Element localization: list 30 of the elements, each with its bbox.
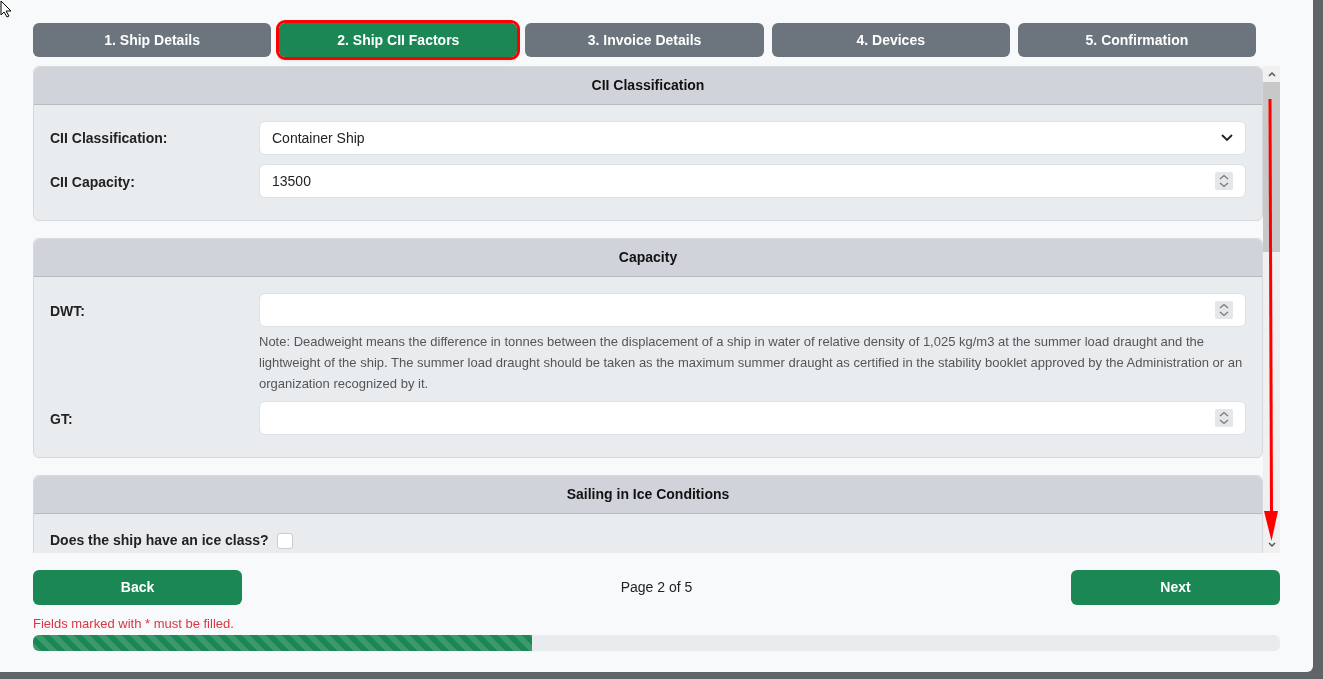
field-label: Does the ship have an ice class?	[50, 531, 269, 550]
field-label: CII Capacity:	[50, 173, 136, 192]
field-label: CII Classification:	[50, 128, 169, 148]
number-field[interactable]	[259, 401, 1246, 435]
spinner-icon[interactable]	[1215, 301, 1233, 319]
field-note: Note: Deadweight means the difference in tonnes between the displacement of a ship in water of relative density of 1,025 kg/m3 at the summer load draught and the lightweight of the ship. The summer load draught should be taken as the maximum summer draught as certified in the stability booklet approved by the Administration or an organization recognized by it.	[259, 333, 1244, 393]
step-tab[interactable]: 5. Confirmation	[1017, 23, 1256, 57]
field-label: DWT:	[50, 302, 86, 321]
select-field[interactable]: Container Ship	[259, 121, 1246, 155]
section-header: Sailing in Ice Conditions	[34, 476, 1262, 514]
select-value: Container Ship	[272, 128, 365, 148]
back-button[interactable]: Back	[33, 570, 242, 605]
step-tab[interactable]: 2. Ship CII Factors	[279, 23, 518, 57]
step-tab[interactable]: 4. Devices	[771, 23, 1010, 57]
page-indicator: Page 2 of 5	[620, 578, 693, 597]
field-value: 13500	[272, 171, 311, 191]
required-fields-message: Fields marked with * must be filled.	[33, 615, 235, 633]
section-header: CII Classification	[34, 67, 1262, 105]
chevron-down-icon	[1221, 134, 1233, 142]
spinner-icon[interactable]	[1215, 172, 1233, 190]
number-field[interactable]: 13500	[259, 164, 1246, 198]
next-button[interactable]: Next	[1071, 570, 1280, 605]
field-label: GT:	[50, 410, 74, 429]
checkbox[interactable]	[276, 532, 293, 549]
step-tab[interactable]: 1. Ship Details	[33, 23, 272, 57]
spinner-icon[interactable]	[1215, 409, 1233, 427]
section-header: Capacity	[34, 239, 1262, 277]
arrow-icon	[1264, 99, 1278, 541]
step-tab[interactable]: 3. Invoice Details	[525, 23, 764, 57]
number-field[interactable]	[259, 293, 1246, 327]
